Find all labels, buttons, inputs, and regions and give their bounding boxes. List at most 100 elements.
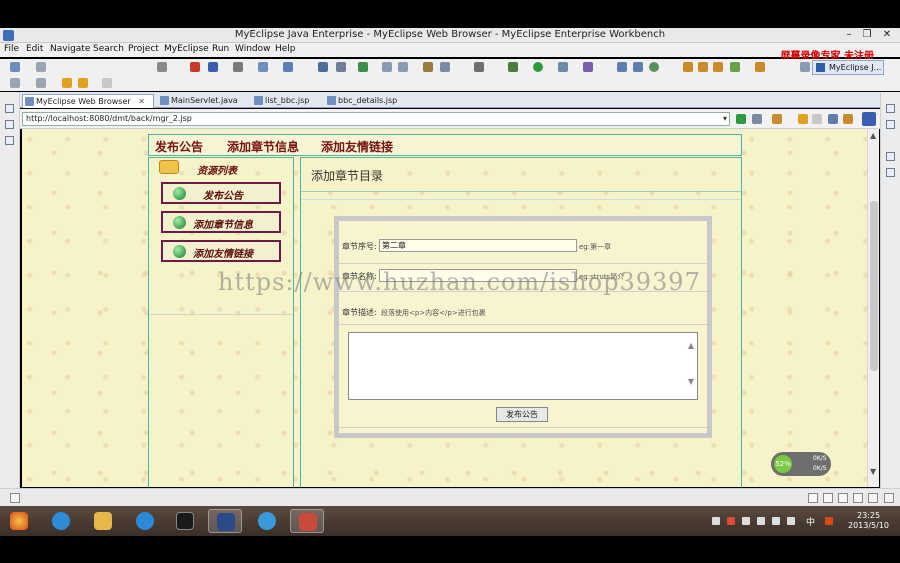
scrollbar-thumb[interactable] — [870, 201, 878, 371]
minimize-button[interactable]: – — [840, 28, 858, 43]
open-type-icon[interactable] — [283, 62, 293, 72]
side-btn-add-chapter[interactable]: 添加章节信息 — [161, 211, 281, 233]
scroll-down-icon[interactable]: ▼ — [870, 467, 876, 476]
desc-textarea[interactable]: ▲ ▼ — [348, 332, 698, 400]
nav-add-link[interactable]: 添加友情链接 — [321, 138, 393, 155]
nav-add-chapter[interactable]: 添加章节信息 — [227, 138, 299, 155]
menu-search[interactable]: Search — [93, 44, 124, 54]
folder-link-icon[interactable] — [713, 62, 723, 72]
menu-run[interactable]: Run — [212, 44, 229, 54]
close-button[interactable]: ✕ — [878, 28, 896, 43]
tray-volume-icon[interactable] — [787, 517, 795, 525]
tab-web-browser[interactable]: MyEclipse Web Browser ✕ — [22, 94, 154, 108]
url-history-dropdown[interactable]: ▾ — [720, 112, 730, 126]
globe-icon[interactable] — [649, 62, 659, 72]
monitor-icon[interactable] — [474, 62, 484, 72]
tray-alert-icon[interactable] — [727, 517, 735, 525]
maximize-button[interactable]: ❐ — [858, 28, 876, 43]
prev-edit-icon[interactable] — [62, 78, 72, 88]
db-icon[interactable] — [382, 62, 392, 72]
restore-view-icon[interactable] — [5, 104, 14, 113]
tray-display-icon[interactable] — [772, 517, 780, 525]
status-icon-3[interactable] — [838, 493, 848, 503]
forward-icon[interactable] — [812, 114, 822, 124]
go-icon[interactable] — [736, 114, 746, 124]
menu-project[interactable]: Project — [128, 44, 159, 54]
problems-icon[interactable] — [886, 168, 895, 177]
taskbar-sogou[interactable] — [44, 509, 78, 533]
tab-mainservlet[interactable]: MainServlet.java — [158, 94, 248, 108]
tray-clock[interactable]: 23:25 2013/5/10 — [848, 511, 889, 531]
package-icon[interactable] — [208, 62, 218, 72]
tab-bbc-details[interactable]: bbc_details.jsp — [325, 94, 410, 108]
menu-myeclipse[interactable]: MyEclipse — [164, 44, 209, 54]
viewport-scrollbar[interactable]: ▲ ▼ — [867, 129, 879, 487]
seq-input[interactable]: 第二章 — [379, 239, 577, 252]
taskbar-myeclipse[interactable] — [208, 509, 242, 533]
perspective-switcher[interactable]: MyEclipse J... — [812, 60, 884, 75]
bookmark-icon[interactable] — [772, 114, 782, 124]
start-button[interactable] — [2, 509, 36, 533]
url-input[interactable]: http://localhost:8080/dmt/back/mgr_2.jsp — [22, 112, 730, 126]
menu-help[interactable]: Help — [275, 44, 296, 54]
console-icon[interactable] — [886, 152, 895, 161]
hierarchy-icon[interactable] — [5, 136, 14, 145]
taskbar-ie[interactable] — [128, 509, 162, 533]
taskbar-player[interactable] — [250, 509, 284, 533]
tray-expand-icon[interactable] — [712, 517, 720, 525]
folder-icon[interactable] — [683, 62, 693, 72]
sync-icon[interactable] — [336, 62, 346, 72]
menu-file[interactable]: File — [4, 44, 19, 54]
back-history-icon[interactable] — [10, 78, 20, 88]
grid-icon[interactable] — [633, 62, 643, 72]
print-icon[interactable] — [233, 62, 243, 72]
status-icon-1[interactable] — [808, 493, 818, 503]
scroll-up-icon[interactable]: ▲ — [870, 131, 876, 140]
status-icon-2[interactable] — [823, 493, 833, 503]
tray-flag-icon[interactable] — [742, 517, 750, 525]
open-folder-icon[interactable] — [755, 62, 765, 72]
taskbar-explorer[interactable] — [86, 509, 120, 533]
menu-navigate[interactable]: Navigate — [50, 44, 90, 54]
external-tools-icon[interactable] — [558, 62, 568, 72]
wizard-icon[interactable] — [258, 62, 268, 72]
scroll-down-icon[interactable]: ▼ — [688, 377, 694, 386]
close-tab-icon[interactable]: ✕ — [138, 97, 145, 106]
tray-ime[interactable]: 中 — [806, 515, 815, 528]
target-icon[interactable] — [440, 62, 450, 72]
fast-view-icon[interactable] — [10, 493, 20, 503]
status-icon-4[interactable] — [853, 493, 863, 503]
outline-icon[interactable] — [886, 104, 895, 113]
folder-open-icon[interactable] — [698, 62, 708, 72]
taskbar-recorder[interactable] — [290, 509, 324, 533]
nav-publish-notice[interactable]: 发布公告 — [155, 138, 203, 155]
tab-list-bbc[interactable]: list_bbc.jsp — [252, 94, 322, 108]
reload-icon[interactable] — [843, 114, 853, 124]
pin-icon[interactable] — [730, 62, 740, 72]
image-icon[interactable] — [423, 62, 433, 72]
tray-sogou-icon[interactable] — [825, 517, 833, 525]
side-btn-add-link[interactable]: 添加友情链接 — [161, 240, 281, 262]
open-perspective-icon[interactable] — [800, 62, 810, 72]
tray-network-icon[interactable] — [757, 517, 765, 525]
new-icon[interactable] — [10, 62, 20, 72]
browser-settings-icon[interactable] — [752, 114, 762, 124]
package-explorer-icon[interactable] — [5, 120, 14, 129]
team-icon[interactable] — [318, 62, 328, 72]
deploy-icon[interactable] — [190, 62, 200, 72]
status-icon-6[interactable] — [884, 493, 894, 503]
server-icon[interactable] — [157, 62, 167, 72]
submit-button[interactable]: 发布公告 — [496, 407, 548, 422]
side-btn-publish-notice[interactable]: 发布公告 — [161, 182, 281, 204]
annotation-icon[interactable] — [36, 78, 46, 88]
status-icon-5[interactable] — [868, 493, 878, 503]
back-arrow-icon[interactable] — [78, 78, 88, 88]
scroll-up-icon[interactable]: ▲ — [688, 341, 694, 350]
refresh-icon[interactable] — [358, 62, 368, 72]
back-icon[interactable] — [798, 114, 808, 124]
taskbar-cmd[interactable] — [168, 509, 202, 533]
save-icon[interactable] — [36, 62, 46, 72]
menu-edit[interactable]: Edit — [26, 44, 43, 54]
workbench-icon[interactable] — [617, 62, 627, 72]
run-icon[interactable] — [533, 62, 543, 72]
